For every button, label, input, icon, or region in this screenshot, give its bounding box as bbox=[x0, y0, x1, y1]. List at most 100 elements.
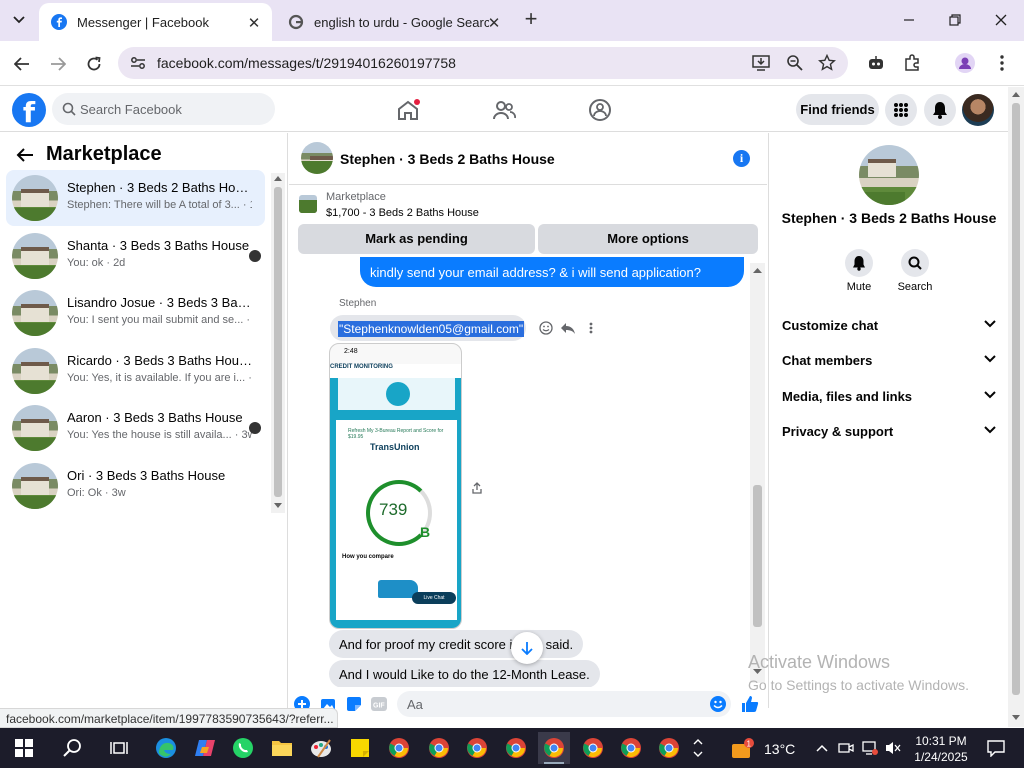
taskbar-overflow-button[interactable] bbox=[688, 732, 708, 764]
extension-robot-button[interactable] bbox=[864, 51, 888, 75]
install-app-icon[interactable] bbox=[752, 54, 770, 72]
notifications-button[interactable] bbox=[924, 94, 956, 126]
menu-grid-button[interactable] bbox=[885, 94, 917, 126]
chat-list-scrollbar[interactable] bbox=[271, 173, 285, 513]
address-bar[interactable]: facebook.com/messages/t/2919401626019775… bbox=[118, 47, 848, 79]
site-settings-icon[interactable] bbox=[130, 55, 146, 71]
scroll-up-icon[interactable] bbox=[274, 175, 282, 181]
chat-item-ricardo[interactable]: Ricardo · 3 Beds 3 Baths House You: Yes,… bbox=[6, 343, 265, 399]
scroll-up-icon[interactable] bbox=[1012, 91, 1020, 97]
tab-google-search[interactable]: english to urdu - Google Search ✕ bbox=[276, 3, 512, 41]
profile-button[interactable] bbox=[953, 51, 977, 75]
emoji-button[interactable] bbox=[709, 695, 727, 713]
chevron-down-icon bbox=[13, 16, 25, 24]
notification-icon bbox=[987, 740, 1005, 757]
more-options-button[interactable]: More options bbox=[538, 224, 758, 254]
conversation-title[interactable]: Stephen · 3 Beds 2 Baths House bbox=[340, 151, 555, 167]
message-more-button[interactable] bbox=[583, 320, 599, 336]
scroll-to-bottom-button[interactable] bbox=[511, 632, 543, 664]
account-avatar[interactable] bbox=[962, 94, 994, 126]
groups-nav-button[interactable] bbox=[587, 97, 613, 123]
browser-menu-button[interactable] bbox=[990, 51, 1014, 75]
reply-button[interactable] bbox=[560, 320, 576, 336]
find-friends-button[interactable]: Find friends bbox=[796, 94, 879, 125]
bookmark-star-icon[interactable] bbox=[818, 54, 836, 72]
media-files-links-row[interactable]: Media, files and links bbox=[782, 389, 996, 411]
back-arrow-icon[interactable] bbox=[16, 147, 34, 163]
close-window-button[interactable] bbox=[989, 8, 1013, 32]
reload-button[interactable] bbox=[80, 50, 108, 78]
paint-taskbar-button[interactable] bbox=[305, 732, 337, 764]
forward-button[interactable] bbox=[44, 50, 72, 78]
customize-chat-row[interactable]: Customize chat bbox=[782, 318, 996, 340]
new-tab-button[interactable]: + bbox=[519, 8, 543, 32]
edge-taskbar-button[interactable] bbox=[150, 732, 182, 764]
taskbar-search-button[interactable] bbox=[56, 732, 88, 764]
like-button[interactable] bbox=[741, 695, 759, 713]
page-scrollbar[interactable] bbox=[1008, 87, 1024, 727]
marketplace-listing-banner[interactable]: Marketplace $1,700 - 3 Beds 2 Baths Hous… bbox=[289, 186, 767, 226]
chrome-taskbar-button-6[interactable] bbox=[615, 732, 647, 764]
chat-members-row[interactable]: Chat members bbox=[782, 353, 996, 375]
back-button[interactable] bbox=[8, 50, 36, 78]
scroll-up-icon[interactable] bbox=[753, 267, 762, 273]
chat-item-lisandro[interactable]: Lisandro Josue · 3 Beds 3 Baths... You: … bbox=[6, 285, 265, 341]
zoom-icon[interactable] bbox=[786, 54, 804, 72]
network-button[interactable] bbox=[859, 732, 881, 764]
chrome-taskbar-button-5[interactable] bbox=[577, 732, 609, 764]
scrollbar-thumb[interactable] bbox=[1012, 103, 1020, 695]
chat-item-ori[interactable]: Ori · 3 Beds 3 Baths House Ori: Ok · 3w bbox=[6, 458, 265, 514]
scrollbar-thumb[interactable] bbox=[753, 485, 762, 627]
chat-item-stephen[interactable]: Stephen · 3 Beds 2 Baths House Stephen: … bbox=[6, 170, 265, 226]
chrome-taskbar-button-1[interactable] bbox=[383, 732, 415, 764]
sticky-notes-taskbar-button[interactable] bbox=[344, 732, 376, 764]
close-tab-icon[interactable]: ✕ bbox=[486, 14, 502, 32]
chrome-taskbar-button-3[interactable] bbox=[461, 732, 493, 764]
tab-messenger[interactable]: Messenger | Facebook ✕ bbox=[39, 3, 272, 41]
credit-score-screenshot[interactable]: 2:48 CREDIT MONITORING Refresh My 3-Bure… bbox=[329, 343, 462, 629]
file-explorer-taskbar-button[interactable] bbox=[266, 732, 298, 764]
chrome-taskbar-button-active[interactable] bbox=[538, 732, 570, 764]
react-button[interactable] bbox=[538, 320, 554, 336]
notification-center-button[interactable] bbox=[980, 732, 1012, 764]
email-message[interactable]: "Stephenknowlden05@gmail.com" bbox=[330, 315, 526, 341]
chrome-taskbar-button-4[interactable] bbox=[500, 732, 532, 764]
whatsapp-taskbar-button[interactable] bbox=[227, 732, 259, 764]
chat-item-aaron[interactable]: Aaron · 3 Beds 3 Baths House You: Yes th… bbox=[6, 400, 265, 456]
share-button[interactable] bbox=[470, 481, 484, 495]
mark-as-pending-button[interactable]: Mark as pending bbox=[298, 224, 535, 254]
info-icon[interactable]: i bbox=[733, 150, 750, 167]
facebook-logo-icon[interactable]: f bbox=[12, 93, 46, 127]
volume-button[interactable] bbox=[882, 732, 904, 764]
chrome-taskbar-button-2[interactable] bbox=[423, 732, 455, 764]
search-in-conversation-button[interactable]: Search bbox=[890, 249, 940, 293]
privacy-support-row[interactable]: Privacy & support bbox=[782, 424, 996, 446]
chrome-taskbar-button-7[interactable] bbox=[653, 732, 685, 764]
restore-button[interactable] bbox=[943, 8, 967, 32]
friends-nav-button[interactable] bbox=[491, 97, 517, 123]
compare-heading: How you compare bbox=[342, 554, 394, 560]
scroll-down-icon[interactable] bbox=[274, 503, 282, 509]
sticker-button[interactable] bbox=[345, 695, 363, 713]
system-clock[interactable]: 10:31 PM 1/24/2025 bbox=[906, 733, 976, 765]
scrollbar-thumb[interactable] bbox=[274, 187, 282, 497]
minimize-button[interactable] bbox=[897, 8, 921, 32]
show-hidden-icons-button[interactable] bbox=[811, 732, 833, 764]
conversation-avatar[interactable] bbox=[301, 142, 333, 174]
home-nav-button[interactable] bbox=[395, 97, 421, 123]
copilot-taskbar-button[interactable] bbox=[189, 732, 221, 764]
close-tab-icon[interactable]: ✕ bbox=[246, 14, 262, 32]
gif-button[interactable]: GIF bbox=[370, 695, 388, 713]
task-view-button[interactable] bbox=[103, 732, 135, 764]
start-button[interactable] bbox=[8, 732, 40, 764]
message-input[interactable]: Aa bbox=[397, 691, 731, 717]
chat-item-shanta[interactable]: Shanta · 3 Beds 3 Baths House You: ok · … bbox=[6, 228, 265, 284]
extensions-button[interactable] bbox=[900, 51, 924, 75]
scroll-down-icon[interactable] bbox=[1012, 715, 1020, 721]
conversation-scrollbar[interactable] bbox=[750, 263, 765, 683]
tray-app-button[interactable] bbox=[835, 732, 857, 764]
tab-search-button[interactable] bbox=[6, 8, 32, 32]
mute-button[interactable]: Mute bbox=[834, 249, 884, 293]
weather-widget[interactable]: 1 13°C bbox=[730, 738, 795, 760]
facebook-search-input[interactable]: Search Facebook bbox=[52, 93, 275, 125]
